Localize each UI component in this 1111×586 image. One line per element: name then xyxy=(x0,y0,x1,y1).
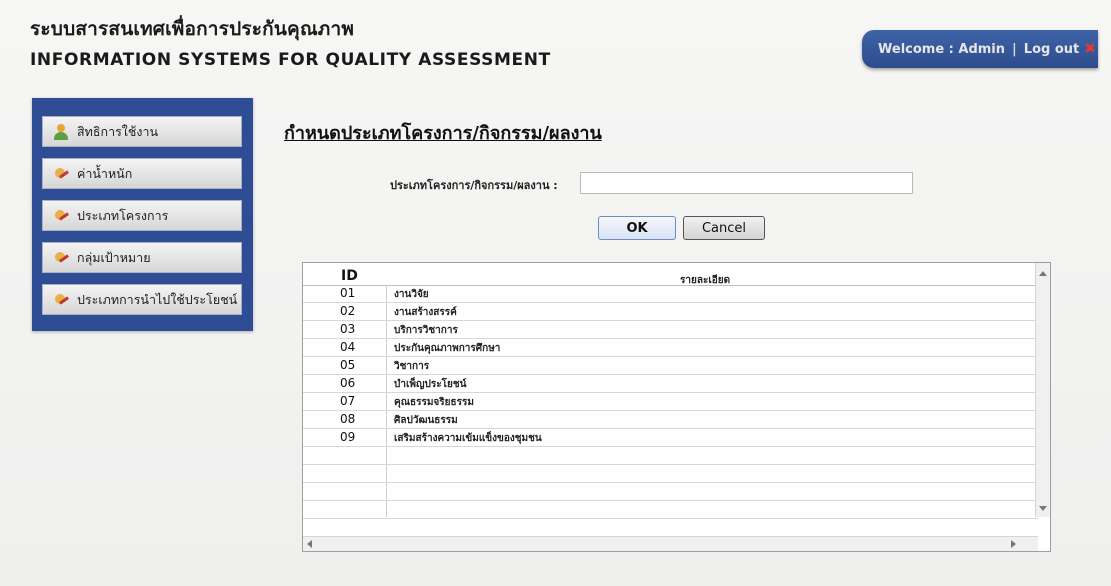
cancel-button[interactable]: Cancel xyxy=(683,216,765,240)
cell-id: 05 xyxy=(340,358,356,372)
table-row[interactable]: 01 งานวิจัย xyxy=(303,285,1038,303)
scroll-right-icon[interactable] xyxy=(1011,540,1016,548)
sidebar-item-project-types[interactable]: ประเภทโครงการ xyxy=(42,200,242,231)
sidebar-item-permissions[interactable]: สิทธิการใช้งาน xyxy=(42,116,242,147)
app-title-thai: ระบบสารสนเทศเพื่อการประกันคุณภาพ xyxy=(30,18,355,40)
table-row-empty xyxy=(303,447,1038,465)
edit-icon xyxy=(53,208,69,224)
sidebar: สิทธิการใช้งาน ค่าน้ำหนัก ประเภทโครงการ … xyxy=(32,98,253,331)
app-title-english: INFORMATION SYSTEMS FOR QUALITY ASSESSME… xyxy=(30,50,551,70)
cell-id: 03 xyxy=(340,322,356,336)
cell-description: คุณธรรมจริยธรรม xyxy=(394,397,474,408)
project-type-table: ID รายละเอียด 01 งานวิจัย 02 งานสร้างสรรค์… xyxy=(302,262,1051,552)
cell-description: บริการวิชาการ xyxy=(394,325,458,336)
cell-id: 06 xyxy=(340,376,356,390)
cell-id: 01 xyxy=(340,286,356,300)
sidebar-item-utilization-types[interactable]: ประเภทการนำไปใช้ประโยชน์ xyxy=(42,284,242,315)
user-bar: Welcome : Admin | Log out ✖ xyxy=(862,30,1098,68)
page: ระบบสารสนเทศเพื่อการประกันคุณภาพ INFORMA… xyxy=(0,0,1111,586)
table-row-empty xyxy=(303,501,1038,519)
cell-description: ศิลปวัฒนธรรม xyxy=(394,415,458,426)
cell-description: งานสร้างสรรค์ xyxy=(394,307,457,318)
cell-id: 08 xyxy=(340,412,356,426)
sidebar-item-label: กลุ่มเป้าหมาย xyxy=(77,249,151,265)
table-row[interactable]: 04 ประกันคุณภาพการศึกษา xyxy=(303,339,1038,357)
table-row-empty xyxy=(303,483,1038,501)
cell-description: ประกันคุณภาพการศึกษา xyxy=(394,343,501,354)
sidebar-item-label: สิทธิการใช้งาน xyxy=(77,123,159,139)
cell-id: 04 xyxy=(340,340,356,354)
cell-id: 07 xyxy=(340,394,356,408)
cell-id: 09 xyxy=(340,430,356,444)
cell-description: บำเพ็ญประโยชน์ xyxy=(394,379,467,390)
vertical-scrollbar[interactable] xyxy=(1035,263,1050,517)
scroll-up-icon[interactable] xyxy=(1039,271,1047,276)
cell-id: 02 xyxy=(340,304,356,318)
table-row-empty xyxy=(303,465,1038,483)
table-row[interactable]: 08 ศิลปวัฒนธรรม xyxy=(303,411,1038,429)
user-icon xyxy=(53,123,69,140)
welcome-text: Welcome : Admin xyxy=(878,41,1006,57)
project-type-input[interactable] xyxy=(580,172,913,194)
table-row[interactable]: 09 เสริมสร้างความเข้มแข็งของชุมชน xyxy=(303,429,1038,447)
edit-icon xyxy=(53,166,69,182)
logout-icon[interactable]: ✖ xyxy=(1084,41,1096,57)
userbar-separator: | xyxy=(1012,41,1017,57)
cell-description: เสริมสร้างความเข้มแข็งของชุมชน xyxy=(394,433,542,444)
sidebar-item-label: ประเภทโครงการ xyxy=(77,207,169,223)
table-row[interactable]: 02 งานสร้างสรรค์ xyxy=(303,303,1038,321)
page-title: กำหนดประเภทโครงการ/กิจกรรม/ผลงาน xyxy=(284,123,602,144)
column-header-id[interactable]: ID xyxy=(341,268,358,284)
table-header: ID รายละเอียด xyxy=(303,263,1038,286)
horizontal-scrollbar[interactable] xyxy=(303,536,1038,551)
sidebar-item-target-groups[interactable]: กลุ่มเป้าหมาย xyxy=(42,242,242,273)
ok-button[interactable]: OK xyxy=(598,216,676,240)
cell-description: งานวิจัย xyxy=(394,289,429,300)
sidebar-item-weights[interactable]: ค่าน้ำหนัก xyxy=(42,158,242,189)
logout-link[interactable]: Log out xyxy=(1024,42,1079,57)
table-row[interactable]: 06 บำเพ็ญประโยชน์ xyxy=(303,375,1038,393)
project-type-label: ประเภทโครงการ/กิจกรรม/ผลงาน : xyxy=(390,179,558,192)
cell-description: วิชาการ xyxy=(394,361,430,372)
sidebar-item-label: ค่าน้ำหนัก xyxy=(77,165,133,181)
scroll-down-icon[interactable] xyxy=(1039,506,1047,511)
table-row[interactable]: 03 บริการวิชาการ xyxy=(303,321,1038,339)
edit-icon xyxy=(53,292,69,308)
table-row[interactable]: 07 คุณธรรมจริยธรรม xyxy=(303,393,1038,411)
scroll-left-icon[interactable] xyxy=(307,540,312,548)
table-row[interactable]: 05 วิชาการ xyxy=(303,357,1038,375)
sidebar-item-label: ประเภทการนำไปใช้ประโยชน์ xyxy=(77,291,238,307)
edit-icon xyxy=(53,250,69,266)
table-body: 01 งานวิจัย 02 งานสร้างสรรค์ 03 บริการวิชาก… xyxy=(303,285,1038,519)
